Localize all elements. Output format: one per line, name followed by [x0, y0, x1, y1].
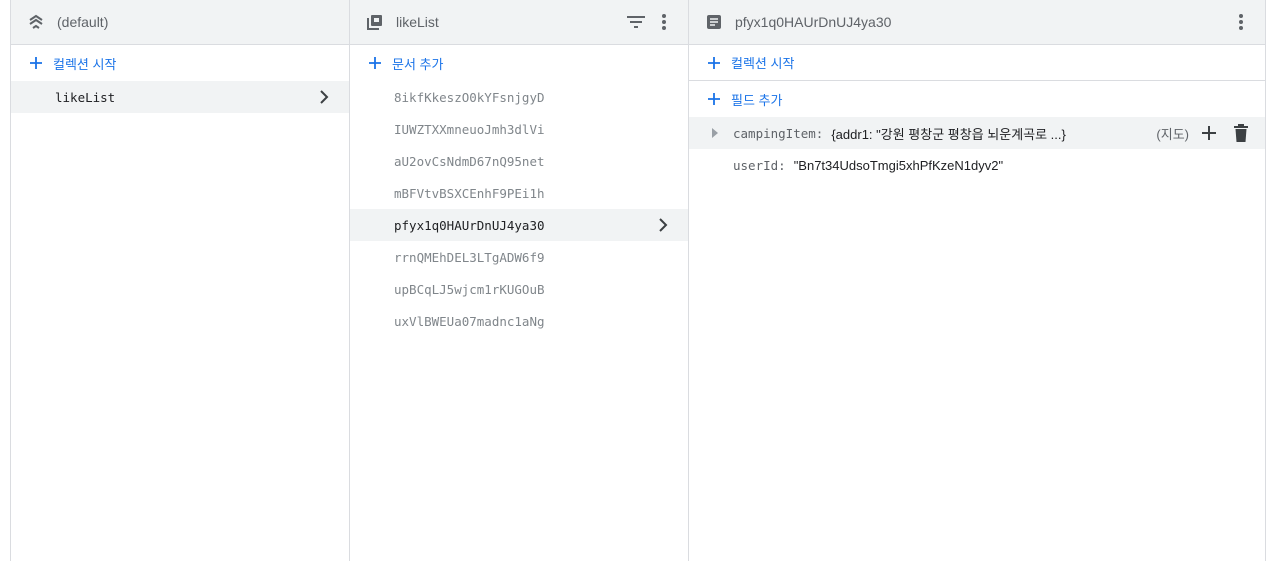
add-document-label: 문서 추가 — [392, 56, 444, 72]
plus-icon — [366, 54, 384, 72]
document-icon — [705, 13, 723, 31]
document-item[interactable]: mBFVtvBSXCEnhF9PEi1h — [350, 177, 688, 209]
add-document-button[interactable]: 문서 추가 — [350, 45, 688, 81]
document-id: 8ikfKkeszO0kYFsnjgyD — [394, 89, 545, 105]
document-id: rrnQMEhDEL3LTgADW6f9 — [394, 249, 545, 265]
collection-title: likeList — [396, 14, 439, 30]
field-row-userid[interactable]: userId: "Bn7t34UdsoTmgi5xhPfKzeN1dyv2" — [689, 149, 1265, 181]
add-icon[interactable] — [1197, 121, 1221, 145]
start-subcollection-button[interactable]: 컬렉션 시작 — [689, 45, 1265, 81]
collection-panel: likeList 문서 추가 8ikfKkeszO0kYFsnjgyD IUWZ… — [350, 0, 689, 561]
document-item[interactable]: aU2ovCsNdmD67nQ95net — [350, 145, 688, 177]
plus-icon — [705, 90, 723, 108]
field-value: "Bn7t34UdsoTmgi5xhPfKzeN1dyv2" — [793, 157, 1004, 173]
field-type: (지도) — [1156, 126, 1189, 142]
plus-icon — [27, 54, 45, 72]
field-row-campingitem[interactable]: campingItem: {addr1: "강원 평창군 평창읍 뇌운계곡로 .… — [689, 117, 1265, 149]
database-icon — [27, 13, 45, 31]
more-vert-icon[interactable] — [1229, 10, 1253, 34]
document-item[interactable]: IUWZTXXmneuoJmh3dlVi — [350, 113, 688, 145]
document-id: uxVlBWEUa07madnc1aNg — [394, 313, 545, 329]
document-title: pfyx1q0HAUrDnUJ4ya30 — [735, 14, 892, 30]
delete-icon[interactable] — [1229, 121, 1253, 145]
document-item[interactable]: upBCqLJ5wjcm1rKUGOuB — [350, 273, 688, 305]
document-item-selected[interactable]: pfyx1q0HAUrDnUJ4ya30 — [350, 209, 688, 241]
document-item[interactable]: rrnQMEhDEL3LTgADW6f9 — [350, 241, 688, 273]
collection-item-label: likeList — [55, 89, 116, 105]
document-id: mBFVtvBSXCEnhF9PEi1h — [394, 185, 545, 201]
document-item[interactable]: 8ikfKkeszO0kYFsnjgyD — [350, 81, 688, 113]
document-item[interactable]: uxVlBWEUa07madnc1aNg — [350, 305, 688, 337]
document-id: aU2ovCsNdmD67nQ95net — [394, 153, 545, 169]
plus-icon — [705, 54, 723, 72]
document-panel: pfyx1q0HAUrDnUJ4ya30 컬렉션 시작 필드 추가 campin… — [689, 0, 1266, 561]
root-panel: (default) 컬렉션 시작 likeList — [10, 0, 350, 561]
document-header: pfyx1q0HAUrDnUJ4ya30 — [689, 0, 1265, 45]
add-field-label: 필드 추가 — [731, 92, 783, 108]
field-key: campingItem — [733, 125, 816, 141]
document-id: pfyx1q0HAUrDnUJ4ya30 — [394, 217, 545, 233]
collection-header: likeList — [350, 0, 688, 45]
start-subcollection-label: 컬렉션 시작 — [731, 56, 795, 71]
field-value: {addr1: "강원 평창군 평창읍 뇌운계곡로 ...} — [831, 126, 1066, 142]
more-vert-icon[interactable] — [652, 10, 676, 34]
chevron-right-icon — [654, 216, 672, 234]
field-key: userId — [733, 157, 779, 173]
start-collection-label: 컬렉션 시작 — [53, 56, 117, 72]
document-id: IUWZTXXmneuoJmh3dlVi — [394, 121, 545, 137]
document-id: upBCqLJ5wjcm1rKUGOuB — [394, 281, 545, 297]
collection-icon — [366, 13, 384, 31]
add-field-button[interactable]: 필드 추가 — [689, 81, 1265, 117]
chevron-right-icon — [315, 88, 333, 106]
root-title: (default) — [57, 14, 109, 30]
expand-arrow-icon[interactable] — [709, 127, 721, 139]
root-header: (default) — [11, 0, 349, 45]
filter-icon[interactable] — [624, 10, 648, 34]
start-collection-button[interactable]: 컬렉션 시작 — [11, 45, 349, 81]
collection-item-likelist[interactable]: likeList — [11, 81, 349, 113]
